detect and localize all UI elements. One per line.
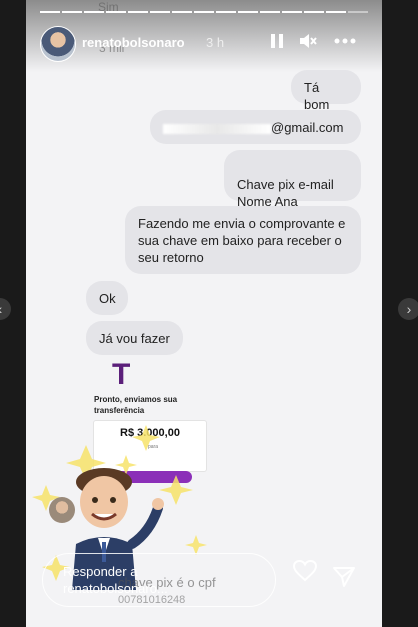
story-progress-bar [40,11,368,13]
more-icon[interactable] [334,33,356,54]
message-text: Fazendo me envia o comprovante e sua cha… [138,216,346,265]
post-time: 3 h [206,35,225,50]
pause-icon[interactable] [270,33,284,54]
avatar[interactable] [40,26,76,62]
bank-logo: T [112,358,131,391]
message-text: Tá bom [304,80,330,112]
previous-story-button[interactable]: ‹ [0,298,11,320]
message-bubble: Ok [86,281,128,315]
message-bubble: Fazendo me envia o comprovante e sua cha… [125,206,361,274]
progress-segment [150,11,170,13]
story-viewer[interactable]: Sim 3 mil renatobolsonaro 3 h Tá bom @gm… [26,0,382,627]
heart-icon[interactable] [292,559,318,587]
message-bubble: @gmail.com [150,110,361,144]
progress-segment [216,11,236,13]
message-text: Ok [99,291,116,306]
progress-segment [304,11,324,13]
progress-segment [62,11,82,13]
progress-segment [40,11,60,13]
chat-avatar [49,497,75,523]
message-text: Já vou fazer [99,331,170,346]
receipt-title: Pronto, enviamos sua transferência [94,395,178,415]
progress-segment [238,11,258,13]
progress-segment [128,11,148,13]
chevron-left-icon: ‹ [0,301,2,317]
progress-segment [260,11,280,13]
mute-icon[interactable] [299,33,317,54]
progress-segment [172,11,192,13]
message-bubble: Chave pix e-mail Nome Ana Caroline [224,150,361,226]
progress-segment [326,11,346,13]
next-story-button[interactable]: › [398,298,418,320]
progress-segment [106,11,126,13]
progress-segment [282,11,302,13]
progress-segment [348,11,368,13]
username[interactable]: renatobolsonaro [82,35,185,50]
chevron-right-icon: › [406,301,412,317]
message-bubble: Já vou fazer [86,321,183,355]
progress-segment [194,11,214,13]
message-bubble: Tá bom [291,70,361,112]
send-icon[interactable] [332,566,356,593]
message-text: @gmail.com [271,120,344,135]
redaction-blur [163,123,271,134]
progress-segment [84,11,104,13]
reply-input[interactable]: Responder a renatobolsonaro... [42,553,276,607]
reply-placeholder: Responder a renatobolsonaro... [63,564,168,596]
